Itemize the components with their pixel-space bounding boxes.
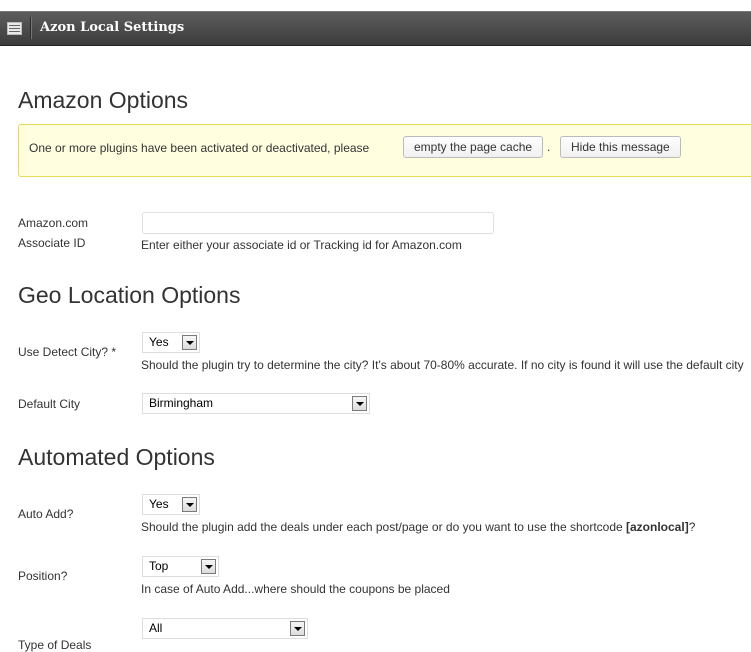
title-divider: [30, 17, 31, 39]
automated-options-heading: Automated Options: [18, 444, 215, 470]
type-of-deals-value: All: [149, 621, 163, 635]
settings-page-icon: [7, 22, 22, 35]
notice-separator: .: [547, 140, 551, 154]
associate-id-label-line2: Associate ID: [18, 236, 86, 250]
detect-city-description: Should the plugin try to determine the c…: [141, 358, 744, 372]
detect-city-select[interactable]: Yes: [142, 332, 200, 353]
shortcode-text: [azonlocal]: [626, 520, 689, 534]
auto-add-label: Auto Add?: [18, 507, 74, 521]
type-of-deals-select[interactable]: All: [142, 618, 308, 639]
window-title-bar: Azon Local Settings: [0, 11, 751, 46]
chevron-down-icon[interactable]: [182, 497, 197, 512]
position-description: In case of Auto Add...where should the c…: [141, 582, 450, 596]
auto-add-description-suffix: ?: [688, 520, 696, 534]
associate-id-input[interactable]: [142, 212, 494, 234]
position-label: Position?: [18, 569, 68, 583]
plugin-notice: One or more plugins have been activated …: [18, 124, 751, 177]
auto-add-description: Should the plugin add the deals under ea…: [141, 520, 695, 534]
default-city-label: Default City: [18, 397, 81, 411]
default-city-value: Birmingham: [149, 396, 214, 410]
associate-id-description: Enter either your associate id or Tracki…: [141, 238, 462, 252]
geo-location-options-heading: Geo Location Options: [18, 282, 241, 308]
page-title: Azon Local Settings: [40, 20, 185, 35]
notice-message: One or more plugins have been activated …: [29, 141, 370, 155]
type-of-deals-label: Type of Deals: [18, 638, 92, 652]
amazon-options-heading: Amazon Options: [18, 87, 189, 113]
default-city-select[interactable]: Birmingham: [142, 393, 370, 414]
chevron-down-icon[interactable]: [201, 559, 216, 574]
chevron-down-icon[interactable]: [182, 335, 197, 350]
auto-add-select[interactable]: Yes: [142, 494, 200, 515]
auto-add-description-text: Should the plugin add the deals under ea…: [141, 520, 627, 534]
chevron-down-icon[interactable]: [352, 396, 367, 411]
detect-city-label: Use Detect City? *: [18, 345, 117, 359]
chevron-down-icon[interactable]: [290, 621, 305, 636]
associate-id-label-line1: Amazon.com: [18, 216, 89, 230]
position-select[interactable]: Top: [142, 556, 219, 577]
position-value: Top: [149, 559, 169, 573]
detect-city-value: Yes: [149, 335, 169, 349]
auto-add-value: Yes: [149, 497, 169, 511]
hide-message-button[interactable]: Hide this message: [560, 136, 681, 158]
empty-page-cache-button[interactable]: empty the page cache: [403, 136, 544, 158]
